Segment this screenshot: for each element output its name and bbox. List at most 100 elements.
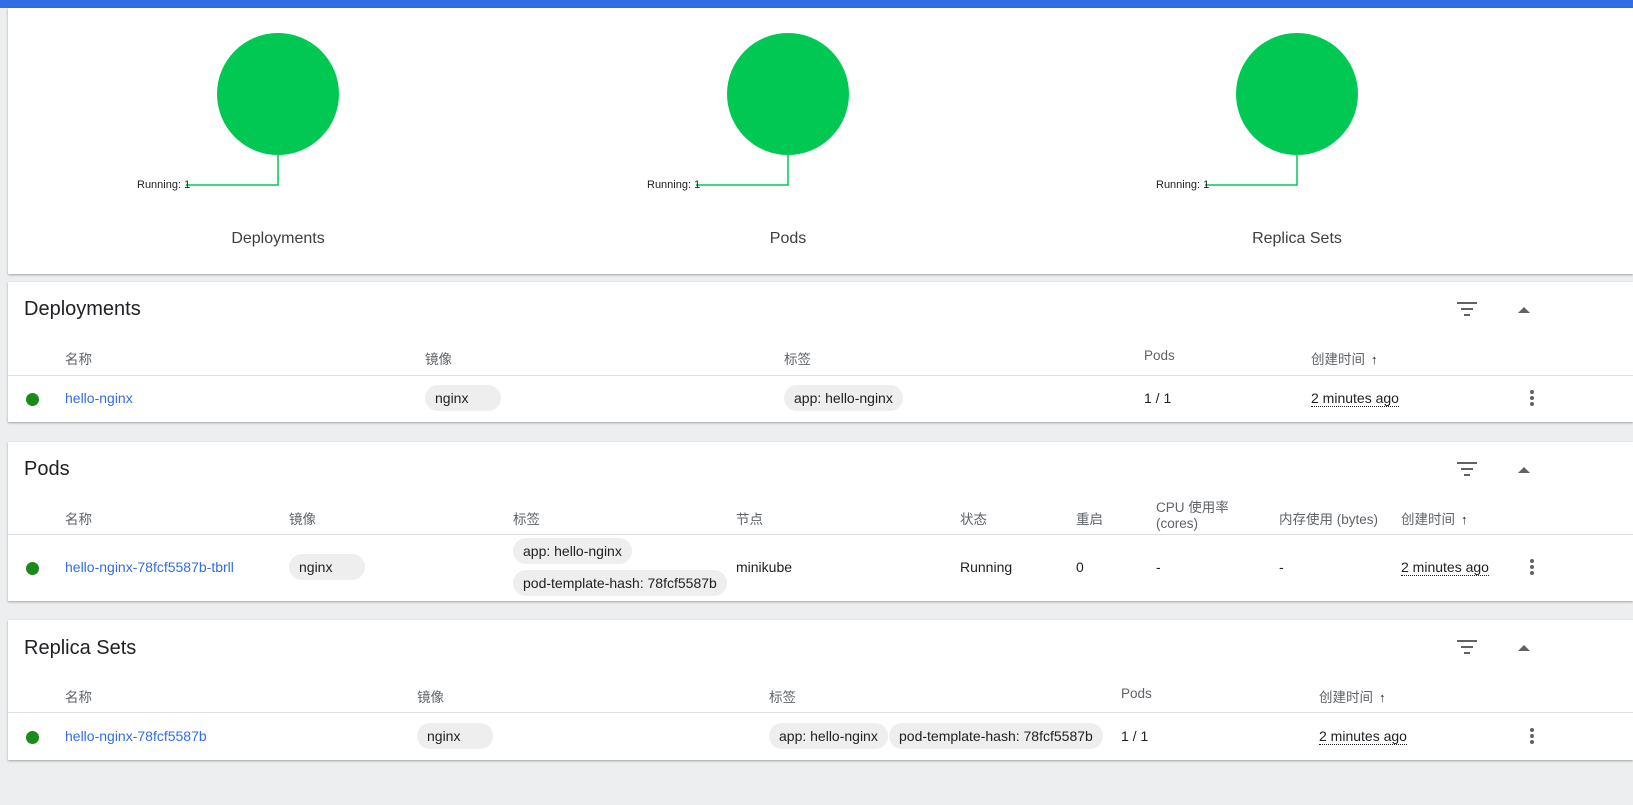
more-vert-icon	[1530, 728, 1534, 744]
column-header-image: 镜像	[417, 690, 444, 705]
status-ok-icon	[26, 393, 39, 406]
sort-arrow-up-icon: ↑	[1371, 352, 1378, 367]
created-time-text: 2 minutes ago	[1401, 559, 1489, 576]
column-header-pods: Pods	[1121, 686, 1152, 701]
replica-sets-card: Replica Sets 名称 镜像 标签 Pods 创建时间 ↑ hello-n…	[8, 620, 1633, 760]
more-vert-icon	[1530, 390, 1534, 406]
deployments-card: Deployments 名称 镜像 标签 Pods 创建时间 ↑ hello-ng…	[8, 282, 1633, 422]
column-header-created[interactable]: 创建时间 ↑	[1401, 508, 1468, 528]
section-title: Replica Sets	[24, 637, 137, 659]
running-count-label: Running: 1	[647, 179, 701, 191]
filter-icon	[1457, 640, 1477, 654]
column-header-created-label: 创建时间	[1319, 690, 1373, 705]
column-header-restarts: 重启	[1076, 512, 1103, 527]
running-slice	[1236, 33, 1358, 155]
replica-sets-status-chart: Running: 1 Replica Sets	[1147, 8, 1447, 274]
created-time-text: 2 minutes ago	[1311, 390, 1399, 407]
deployments-pie	[186, 33, 339, 186]
chart-title: Pods	[769, 230, 807, 247]
pods-status-chart: Running: 1 Pods	[638, 8, 938, 274]
row-actions-button[interactable]	[1520, 724, 1544, 748]
filter-icon	[1457, 462, 1477, 476]
collapse-button[interactable]	[1506, 451, 1542, 487]
node-name: minikube	[736, 559, 793, 575]
collapse-icon	[1518, 466, 1530, 473]
chart-title: Replica Sets	[1252, 230, 1342, 247]
filter-button[interactable]	[1449, 451, 1485, 487]
header-divider	[8, 375, 1633, 376]
chart-title: Deployments	[231, 230, 325, 247]
running-count-label: Running: 1	[137, 179, 191, 191]
memory-usage: -	[1279, 559, 1284, 575]
workload-status-card: Running: 1 Deployments Running: 1 Pods R…	[8, 8, 1633, 274]
label-chip: app: hello-nginx	[784, 385, 903, 411]
column-header-cpu-line1: CPU 使用率	[1156, 500, 1229, 515]
column-header-created-label: 创建时间	[1311, 352, 1365, 367]
column-header-cpu: CPU 使用率 (cores)	[1156, 500, 1229, 532]
column-header-memory: 内存使用 (bytes)	[1279, 512, 1379, 527]
sort-arrow-up-icon: ↑	[1379, 690, 1386, 705]
leader-line	[1205, 155, 1298, 186]
column-header-created[interactable]: 创建时间 ↑	[1319, 686, 1386, 706]
pods-card: Pods 名称 镜像 标签 节点 状态 重启 CPU 使用率 (cores) 内存…	[8, 442, 1633, 601]
created-time: 2 minutes ago	[1311, 390, 1399, 407]
column-header-pods: Pods	[1144, 348, 1175, 363]
column-header-image: 镜像	[289, 512, 316, 527]
collapse-icon	[1518, 306, 1530, 313]
column-header-node: 节点	[736, 512, 763, 527]
section-title: Deployments	[24, 298, 141, 320]
pods-pie	[696, 33, 849, 186]
column-header-name[interactable]: 名称	[65, 686, 92, 706]
collapse-button[interactable]	[1506, 291, 1542, 327]
pods-count: 1 / 1	[1121, 728, 1149, 744]
collapse-button[interactable]	[1506, 629, 1542, 665]
column-header-labels: 标签	[784, 352, 811, 367]
leader-line	[186, 155, 279, 186]
column-header-image: 镜像	[425, 352, 452, 367]
top-accent-bar	[0, 0, 1633, 8]
created-time: 2 minutes ago	[1401, 559, 1489, 576]
row-actions-button[interactable]	[1520, 555, 1544, 579]
pods-count: 1 / 1	[1144, 390, 1172, 406]
status-ok-icon	[26, 562, 39, 575]
header-divider	[8, 534, 1633, 535]
leader-line	[696, 155, 789, 186]
restart-count: 0	[1076, 559, 1084, 575]
filter-button[interactable]	[1449, 629, 1485, 665]
column-header-created[interactable]: 创建时间 ↑	[1311, 348, 1378, 368]
column-header-name[interactable]: 名称	[65, 348, 92, 368]
section-title: Pods	[24, 458, 70, 480]
column-header-labels: 标签	[769, 690, 796, 705]
row-actions-button[interactable]	[1520, 386, 1544, 410]
column-header-cpu-line2: (cores)	[1156, 516, 1199, 531]
header-divider	[8, 712, 1633, 713]
filter-icon	[1457, 302, 1477, 316]
image-chip: nginx	[289, 554, 365, 580]
label-chip: app: hello-nginx	[769, 723, 888, 749]
running-slice	[727, 33, 849, 155]
image-chip: nginx	[417, 723, 493, 749]
pod-status: Running	[960, 559, 1013, 575]
cpu-usage: -	[1156, 559, 1161, 575]
column-header-name[interactable]: 名称	[65, 508, 92, 528]
column-header-labels: 标签	[513, 512, 540, 527]
created-time-text: 2 minutes ago	[1319, 728, 1407, 745]
replica-set-name-link[interactable]: hello-nginx-78fcf5587b	[65, 728, 207, 744]
sort-arrow-up-icon: ↑	[1461, 512, 1468, 527]
column-header-status: 状态	[960, 512, 987, 527]
label-chip: app: hello-nginx	[513, 538, 632, 564]
pod-name-link[interactable]: hello-nginx-78fcf5587b-tbrll	[65, 559, 234, 575]
filter-button[interactable]	[1449, 291, 1485, 327]
running-count-label: Running: 1	[1156, 179, 1210, 191]
image-chip: nginx	[425, 385, 501, 411]
label-chip: pod-template-hash: 78fcf5587b	[513, 570, 727, 596]
column-header-created-label: 创建时间	[1401, 512, 1455, 527]
more-vert-icon	[1530, 559, 1534, 575]
deployments-status-chart: Running: 1 Deployments	[128, 8, 428, 274]
deployment-name-link[interactable]: hello-nginx	[65, 390, 133, 406]
label-chip: pod-template-hash: 78fcf5587b	[889, 723, 1103, 749]
status-ok-icon	[26, 731, 39, 744]
replica-sets-pie	[1205, 33, 1358, 186]
collapse-icon	[1518, 644, 1530, 651]
created-time: 2 minutes ago	[1319, 728, 1407, 745]
